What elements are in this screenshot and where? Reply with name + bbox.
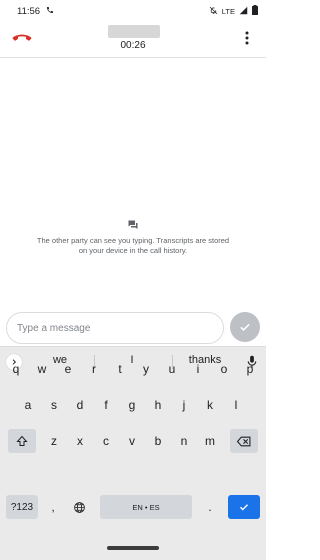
caller-name-redacted — [108, 25, 160, 38]
composer-row — [6, 312, 260, 344]
signal-icon — [239, 6, 248, 17]
key-e[interactable]: e — [55, 357, 81, 381]
key-b[interactable]: b — [145, 429, 171, 453]
message-input[interactable] — [6, 312, 224, 344]
more-options-icon[interactable] — [242, 30, 252, 46]
key-r[interactable]: r — [81, 357, 107, 381]
backspace-key[interactable] — [230, 429, 258, 453]
key-s[interactable]: s — [41, 393, 67, 417]
key-a[interactable]: a — [15, 393, 41, 417]
send-button[interactable] — [230, 312, 260, 342]
key-x[interactable]: x — [67, 429, 93, 453]
comma-key[interactable]: , — [42, 495, 64, 519]
language-switch-key[interactable] — [66, 495, 92, 519]
key-m[interactable]: m — [197, 429, 223, 453]
transcript-empty-state: The other party can see you typing. Tran… — [0, 218, 266, 256]
call-duration: 00:26 — [120, 40, 146, 51]
key-o[interactable]: o — [211, 357, 237, 381]
key-f[interactable]: f — [93, 393, 119, 417]
key-q[interactable]: q — [3, 357, 29, 381]
key-w[interactable]: w — [29, 357, 55, 381]
checkmark-icon — [240, 323, 250, 331]
shift-icon — [16, 435, 28, 446]
key-d[interactable]: d — [67, 393, 93, 417]
key-n[interactable]: n — [171, 429, 197, 453]
key-l[interactable]: l — [223, 393, 249, 417]
chat-icon — [127, 218, 139, 230]
header-divider — [0, 57, 266, 58]
period-key[interactable]: . — [198, 495, 222, 519]
home-gesture-handle[interactable] — [107, 546, 159, 550]
call-header: 00:26 — [0, 22, 266, 56]
status-icons: LTE — [209, 5, 258, 17]
checkmark-icon — [240, 504, 248, 511]
enter-key[interactable] — [228, 495, 260, 519]
status-time: 11:56 — [17, 5, 41, 17]
key-j[interactable]: j — [171, 393, 197, 417]
navigation-bar — [0, 524, 266, 560]
key-g[interactable]: g — [119, 393, 145, 417]
key-p[interactable]: p — [237, 357, 263, 381]
key-c[interactable]: c — [93, 429, 119, 453]
globe-icon — [73, 501, 85, 513]
status-network-label: LTE — [221, 6, 235, 16]
key-h[interactable]: h — [145, 393, 171, 417]
space-key[interactable]: EN • ES — [100, 495, 192, 519]
battery-icon — [252, 5, 258, 17]
status-bar: 11:56 LTE — [0, 0, 266, 22]
key-u[interactable]: u — [159, 357, 185, 381]
key-t[interactable]: t — [107, 357, 133, 381]
key-y[interactable]: y — [133, 357, 159, 381]
key-z[interactable]: z — [41, 429, 67, 453]
mute-notifications-icon — [209, 6, 218, 17]
key-k[interactable]: k — [197, 393, 223, 417]
backspace-icon — [237, 436, 251, 446]
keyboard: we I thanks q w e r t y u i o p a s d f … — [0, 346, 266, 524]
key-v[interactable]: v — [119, 429, 145, 453]
ongoing-call-icon — [46, 6, 54, 16]
key-i[interactable]: i — [185, 357, 211, 381]
transcript-info-text: The other party can see you typing. Tran… — [36, 236, 230, 255]
symbols-key[interactable]: ?123 — [6, 495, 38, 519]
shift-key[interactable] — [8, 429, 36, 453]
